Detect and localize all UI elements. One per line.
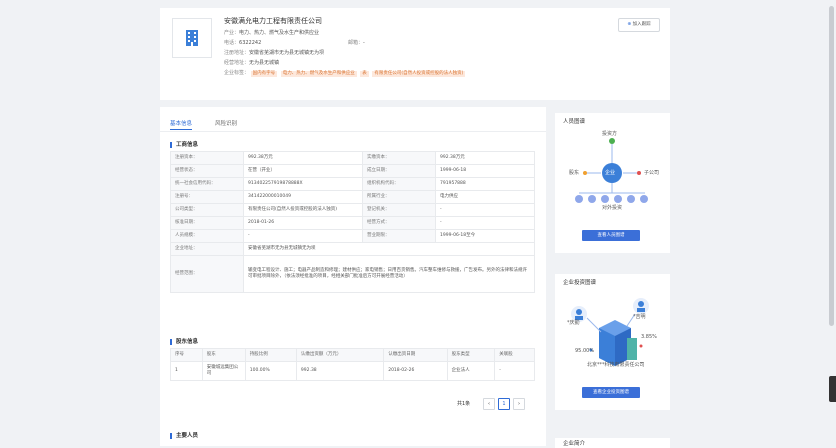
invest-pct-left: 95.00%: [575, 348, 595, 354]
table-row: 注册号： 341422000010049 所属行业： 电力供应: [170, 190, 535, 204]
building-icon: [186, 30, 198, 46]
pager-prev-button[interactable]: ‹: [483, 398, 495, 410]
investor-label: 投资方: [602, 131, 618, 137]
invest-person-right: *吉明: [633, 314, 646, 320]
view-invest-graph-button[interactable]: 查看企业投资图谱: [582, 387, 640, 398]
phone-row: 电话：6322242: [224, 40, 262, 46]
tag-badge: 国内有字号: [250, 71, 278, 77]
company-node-label: 企业: [605, 170, 616, 176]
industry-row: 产业：电力、热力、燃气及水生产和供应业: [224, 30, 320, 36]
table-row: 经营状态： 在营（开业） 成立日期： 1999-06-18: [170, 164, 535, 178]
side-float-widget[interactable]: [829, 376, 836, 402]
scrollbar-thumb[interactable]: [829, 6, 834, 326]
shareholder-link[interactable]: 安徽城远集团公司: [201, 361, 246, 381]
tab-basic-info[interactable]: 基本信息: [170, 119, 192, 127]
people-graph-title: 人员图谱: [563, 119, 586, 125]
company-header-card: 安徽满允电力工程有限责任公司 产业：电力、热力、燃气及水生产和供应业 电话：63…: [160, 8, 670, 100]
table-row: 企业地址： 安徽省芜湖市无为县无城镇无为坝: [170, 242, 535, 256]
shareholders-table: 序号 股东 持股比例 认缴出资额（万元） 认缴出资日期 股东类型 关联股 1 安…: [170, 348, 535, 381]
table-row: 人员规模： - 营业期限： 1999-06-18至今: [170, 229, 535, 243]
tags-row: 企业标签： 国内有字号 电力、热力、燃气及水生产和供应业 表 有限责任公司(自然…: [224, 70, 466, 77]
tag-badge: 表: [360, 71, 369, 77]
invest-graph-title: 企业投资图谱: [563, 280, 597, 286]
investor-node: [609, 138, 615, 144]
shareholders-title: 股东信息: [170, 339, 198, 345]
invest-pct-right: 3.85%: [641, 334, 657, 340]
shareholder-node-label: 股东: [569, 170, 580, 176]
business-info-table: 注册资本： 992.38万元 实缴资本： 992.38万元 经营状态： 在营（开业） …: [170, 151, 535, 293]
invest-company-caption: 北京***科技有限责任公司: [587, 362, 645, 368]
pager-page-button[interactable]: 1: [498, 398, 510, 410]
pager-next-button[interactable]: ›: [513, 398, 525, 410]
table-row: 经营范围： 输变电工程设计、施工；电器产品制造和修理；建材供应；家电销售；日用百…: [170, 255, 535, 293]
email-row: 邮箱：-: [348, 40, 365, 46]
table-row: 核准日期： 2018-01-26 经营方式： -: [170, 216, 535, 230]
company-profile-title: 企业简介: [563, 441, 586, 447]
main-info-card: 基本信息 风险识别 工商信息 注册资本： 992.38万元 实缴资本： 992.38…: [160, 107, 546, 446]
table-row: 统一社会信用代码： 913402257919878888X 组织机构代码： 7919…: [170, 177, 535, 191]
subsidiary-node-label: 子公司: [644, 170, 660, 176]
company-name: 安徽满允电力工程有限责任公司: [224, 17, 322, 25]
tab-divider: [160, 131, 546, 132]
company-profile-card: 企业简介: [555, 438, 670, 448]
tag-badge: 有限责任公司(自然人投资或控股的法人独资): [372, 71, 466, 77]
main-people-title: 主要人员: [170, 433, 198, 439]
plus-icon: ⊕: [627, 22, 632, 27]
tag-badge: 电力、热力、燃气及水生产和供应业: [280, 71, 357, 77]
company-logo: [172, 18, 212, 58]
people-graph-card: 人员图谱 投资方 企业 股东 子公司 对外投资 查看人员图谱: [555, 113, 670, 253]
follow-button[interactable]: ⊕ 加入跟踪: [618, 18, 660, 32]
invest-graph-card: 企业投资图谱 *庆勤 *吉明 95.00% 3.85% 北京***科技有限责任公…: [555, 274, 670, 410]
invest-person-left: *庆勤: [567, 320, 580, 326]
tab-risk[interactable]: 风险识别: [215, 119, 237, 127]
table-header-row: 序号 股东 持股比例 认缴出资额（万元） 认缴出资日期 股东类型 关联股: [170, 348, 535, 362]
active-tab-indicator: [170, 129, 192, 130]
business-info-title: 工商信息: [170, 142, 198, 148]
table-row: 1 安徽城远集团公司 100.00% 992.38 2018-02-26 企业法…: [170, 361, 535, 381]
biz-address-row: 经营地址：无为县无城镇: [224, 60, 280, 66]
table-row: 公司类型： 有限责任公司(自然人投资或控股的法人独资) 登记机关： -: [170, 203, 535, 217]
reg-address-row: 注册地址：安徽省芜湖市无为县无城镇无为坝: [224, 50, 325, 56]
invest-graph-illustration: [571, 298, 649, 366]
table-row: 注册资本： 992.38万元 实缴资本： 992.38万元: [170, 151, 535, 165]
pager-total: 共1条: [457, 401, 471, 407]
outward-invest-label: 对外投资: [602, 205, 623, 211]
view-people-graph-button[interactable]: 查看人员图谱: [582, 230, 640, 241]
